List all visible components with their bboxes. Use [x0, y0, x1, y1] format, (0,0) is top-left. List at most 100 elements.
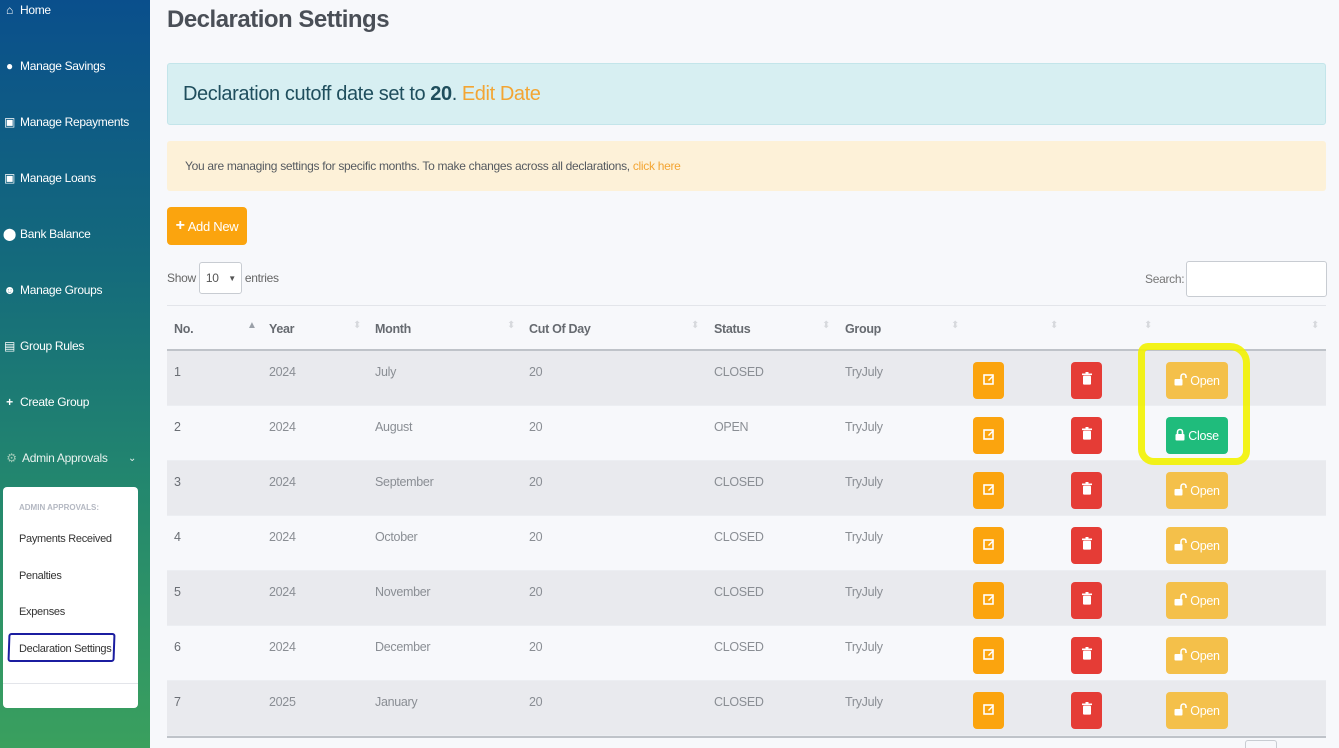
pagination-control[interactable] [1245, 740, 1277, 748]
info-text: You are managing settings for specific m… [185, 159, 630, 173]
open-declaration-button[interactable]: Open [1166, 637, 1228, 674]
entries-select[interactable]: 10 ▼ [198, 262, 242, 294]
cell-no: 1 [174, 365, 181, 379]
delete-button[interactable] [1071, 692, 1102, 729]
open-declaration-button[interactable]: Open [1166, 582, 1228, 619]
edit-button[interactable] [973, 527, 1004, 564]
sidebar-item-group-rules[interactable]: ▤ Group Rules [2, 339, 84, 353]
entries-value: 10 [205, 271, 219, 285]
table-row: 2 2024 August 20 OPEN TryJuly Close [167, 406, 1326, 461]
edit-button[interactable] [973, 637, 1004, 674]
search-input[interactable] [1186, 261, 1328, 297]
column-header-group[interactable]: Group [845, 306, 881, 351]
cell-year: 2025 [269, 695, 296, 709]
sidebar-item-create-group[interactable]: + Create Group [2, 395, 89, 409]
cell-cutoff: 20 [529, 585, 543, 599]
submenu-item-declaration-settings[interactable]: Declaration Settings [19, 643, 112, 655]
cell-group: TryJuly [845, 365, 883, 379]
sort-icon[interactable]: ⬍ [822, 320, 830, 331]
edit-button[interactable] [973, 582, 1004, 619]
column-header-status[interactable]: Status [714, 306, 751, 351]
admin-approvals-submenu: ADMIN APPROVALS: Payments Received Penal… [3, 487, 138, 708]
table-row: 5 2024 November 20 CLOSED TryJuly Open [167, 571, 1326, 626]
cell-year: 2024 [269, 365, 296, 379]
trash-icon [1081, 371, 1092, 390]
table-row: 6 2024 December 20 CLOSED TryJuly Open [167, 626, 1326, 681]
cell-month: December [375, 640, 431, 654]
submenu-item-payments-received[interactable]: Payments Received [19, 533, 112, 545]
sidebar-item-manage-loans[interactable]: ▣ Manage Loans [2, 171, 96, 185]
edit-button[interactable] [973, 417, 1004, 454]
chevron-down-icon: ⌄ [128, 452, 137, 464]
edit-date-link[interactable]: Edit Date [462, 83, 541, 106]
unlock-icon [1174, 702, 1188, 719]
sort-icon[interactable]: ⬍ [1311, 320, 1319, 331]
toggle-label: Open [1190, 373, 1220, 388]
sidebar-item-manage-repayments[interactable]: ▣ Manage Repayments [2, 115, 129, 129]
sort-icon[interactable]: ⬍ [1144, 320, 1152, 331]
table-row: 3 2024 September 20 CLOSED TryJuly Open [167, 461, 1326, 516]
delete-button[interactable] [1071, 362, 1102, 399]
edit-button[interactable] [973, 362, 1004, 399]
cell-no: 3 [174, 475, 181, 489]
cell-month: November [375, 585, 431, 599]
edit-icon [982, 427, 995, 445]
unlock-icon [1174, 482, 1188, 499]
trash-icon [1081, 481, 1092, 500]
delete-button[interactable] [1071, 527, 1102, 564]
column-header-cutoff[interactable]: Cut Of Day [529, 306, 591, 351]
sort-asc-icon[interactable]: ▲ [247, 320, 257, 331]
cell-status: CLOSED [714, 530, 764, 544]
delete-button[interactable] [1071, 417, 1102, 454]
gear-icon: ⚙ [6, 451, 17, 465]
sidebar-item-label: Group Rules [20, 339, 85, 353]
sidebar-item-label: Manage Savings [20, 59, 106, 73]
sidebar-item-label: Bank Balance [20, 227, 91, 241]
sort-icon[interactable]: ⬍ [1050, 320, 1058, 331]
column-header-year[interactable]: Year [269, 306, 295, 351]
cell-month: January [375, 695, 418, 709]
edit-button[interactable] [973, 472, 1004, 509]
cell-year: 2024 [269, 530, 296, 544]
sidebar-item-manage-savings[interactable]: ● Manage Savings [2, 59, 105, 73]
cell-cutoff: 20 [529, 475, 543, 489]
cell-year: 2024 [269, 640, 296, 654]
money-bill-icon: ▣ [3, 171, 16, 185]
cell-status: OPEN [714, 420, 749, 434]
column-header-no[interactable]: No. [174, 306, 194, 351]
sidebar-item-home[interactable]: ⌂ Home [2, 3, 51, 17]
edit-icon [982, 482, 995, 500]
sidebar-item-bank-balance[interactable]: ⬤ Bank Balance [2, 227, 91, 241]
sidebar-item-manage-groups[interactable]: ☻ Manage Groups [2, 283, 102, 297]
edit-button[interactable] [973, 692, 1004, 729]
open-declaration-button[interactable]: Open [1166, 362, 1228, 399]
open-declaration-button[interactable]: Open [1166, 527, 1228, 564]
cell-group: TryJuly [845, 695, 883, 709]
open-declaration-button[interactable]: Open [1166, 472, 1228, 509]
submenu-item-expenses[interactable]: Expenses [19, 606, 65, 618]
column-header-month[interactable]: Month [375, 306, 411, 351]
table-bottom-border [167, 736, 1326, 738]
circle-icon: ⬤ [2, 227, 17, 241]
sort-icon[interactable]: ⬍ [507, 320, 515, 331]
open-declaration-button[interactable]: Open [1166, 692, 1228, 729]
sort-icon[interactable]: ⬍ [691, 320, 699, 331]
delete-button[interactable] [1071, 637, 1102, 674]
trash-icon [1081, 701, 1092, 720]
sidebar-item-admin-approvals[interactable]: ⚙ Admin Approvals ⌄ [4, 451, 144, 465]
sort-icon[interactable]: ⬍ [353, 320, 361, 331]
delete-button[interactable] [1071, 472, 1102, 509]
trash-icon [1081, 536, 1092, 555]
unlock-icon [1174, 592, 1188, 609]
add-new-button[interactable]: + Add New [167, 207, 247, 245]
delete-button[interactable] [1071, 582, 1102, 619]
click-here-link[interactable]: click here [633, 159, 681, 173]
submenu-item-penalties[interactable]: Penalties [19, 570, 62, 582]
sort-icon[interactable]: ⬍ [951, 320, 959, 331]
home-icon: ⌂ [6, 3, 13, 17]
piggy-bank-icon: ● [6, 59, 13, 73]
close-declaration-button[interactable]: Close [1166, 417, 1228, 454]
cell-status: CLOSED [714, 365, 764, 379]
cell-group: TryJuly [845, 475, 883, 489]
edit-icon [982, 647, 995, 665]
